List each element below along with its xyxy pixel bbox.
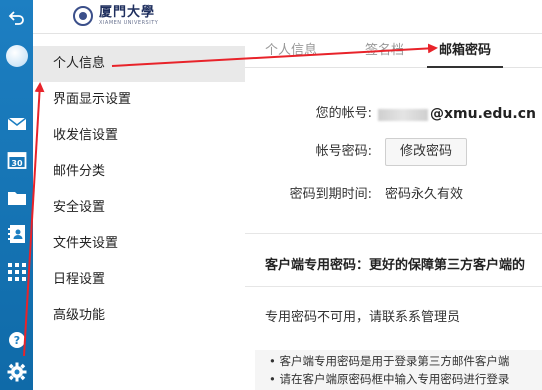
note-item: • 客户端专用密码是用于登录第三方邮件客户端 (269, 354, 510, 368)
help-icon[interactable]: ? (0, 322, 33, 358)
expiry-row: 密码到期时间: 密码永久有效 (245, 182, 542, 208)
settings-sidebar: 个人信息 界面显示设置 收发信设置 邮件分类 安全设置 文件夹设置 日程设置 高… (33, 34, 245, 390)
main-panel: 个人信息 签名档 邮箱密码 您的帐号: @xmu.edu.cn 帐号密码: 修改… (245, 34, 542, 390)
sidebar-item-folder-settings[interactable]: 文件夹设置 (33, 226, 245, 262)
section-divider (245, 286, 542, 287)
note-item: • 请在客户端原密码框中输入专用密码进行登录 (269, 372, 510, 386)
back-icon[interactable] (0, 0, 33, 36)
folder-icon[interactable] (0, 180, 33, 216)
section-divider (245, 233, 542, 234)
header-bar: 厦門大學 XIAMEN UNIVERSITY (33, 0, 542, 34)
settings-tabs: 个人信息 签名档 邮箱密码 (245, 34, 542, 68)
client-password-status: 专用密码不可用，请联系系管理员 (265, 310, 461, 325)
avatar-icon[interactable] (0, 36, 33, 76)
account-value: @xmu.edu.cn (378, 101, 536, 128)
client-password-title: 客户端专用密码：更好的保障第三方客户端的 (265, 258, 526, 273)
svg-text:?: ? (13, 334, 19, 347)
tab-personal-info[interactable]: 个人信息 (265, 34, 317, 68)
mail-icon[interactable] (0, 106, 33, 142)
change-password-button[interactable]: 修改密码 (385, 138, 467, 166)
sidebar-item-mail-category[interactable]: 邮件分类 (33, 154, 245, 190)
sidebar-item-send-receive[interactable]: 收发信设置 (33, 118, 245, 154)
logo-subtitle: XIAMEN UNIVERSITY (99, 20, 159, 26)
sidebar-item-display-settings[interactable]: 界面显示设置 (33, 82, 245, 118)
university-logo[interactable]: 厦門大學 XIAMEN UNIVERSITY (73, 6, 158, 26)
tab-signature[interactable]: 签名档 (365, 34, 404, 68)
client-password-notes: • 客户端专用密码是用于登录第三方邮件客户端 • 请在客户端原密码框中输入专用密… (255, 350, 542, 390)
account-domain: @xmu.edu.cn (430, 106, 536, 122)
settings-icon[interactable] (0, 354, 33, 390)
tab-mailbox-password[interactable]: 邮箱密码 (427, 34, 504, 68)
sidebar-item-calendar-settings[interactable]: 日程设置 (33, 262, 245, 298)
sidebar-item-security[interactable]: 安全设置 (33, 190, 245, 226)
sidebar-item-advanced[interactable]: 高级功能 (33, 298, 245, 334)
expiry-label: 密码到期时间: (289, 187, 372, 202)
svg-text:30: 30 (11, 159, 23, 168)
password-label: 帐号密码: (315, 144, 372, 159)
calendar-icon[interactable]: 30 (0, 142, 33, 178)
seal-icon (73, 6, 93, 26)
expiry-value: 密码永久有效 (385, 187, 464, 202)
account-label: 您的帐号: (315, 106, 372, 121)
logo-title: 厦門大學 (99, 5, 156, 20)
masked-username (378, 108, 428, 121)
sidebar-item-personal-info[interactable]: 个人信息 (33, 46, 245, 82)
contacts-icon[interactable] (0, 216, 33, 252)
apps-icon[interactable] (0, 254, 33, 290)
account-row: 您的帐号: @xmu.edu.cn (245, 101, 542, 127)
left-rail: 30 ? (0, 0, 33, 390)
